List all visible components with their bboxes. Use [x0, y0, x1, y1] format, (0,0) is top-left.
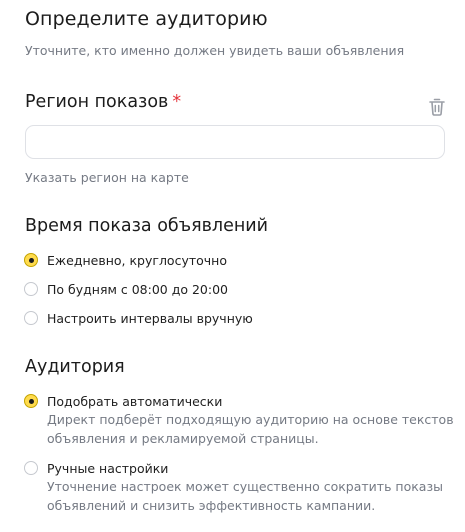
schedule-option-label: По будням с 08:00 до 20:00: [47, 281, 228, 297]
audience-option-description: Директ подберёт подходящую аудиторию на …: [47, 410, 457, 448]
region-title-label: Регион показов: [25, 92, 169, 112]
schedule-option-weekdays[interactable]: По будням с 08:00 до 20:00: [24, 280, 228, 298]
schedule-option-daily[interactable]: Ежедневно, круглосуточно: [24, 251, 227, 269]
audience-option-auto[interactable]: Подобрать автоматически: [24, 392, 222, 410]
description-line: Уточнение настроек может существенно сок…: [47, 479, 443, 494]
schedule-option-label: Ежедневно, круглосуточно: [47, 252, 227, 268]
description-line: объявлений и снизить эффективность кампа…: [47, 498, 376, 513]
audience-option-label: Ручные настройки: [47, 460, 169, 476]
region-section-title: Регион показов *: [25, 92, 181, 112]
radio-button-selected[interactable]: [24, 394, 38, 408]
region-input[interactable]: [25, 125, 445, 159]
page-title: Определите аудиторию: [25, 8, 268, 30]
audience-option-description: Уточнение настроек может существенно сок…: [47, 477, 457, 515]
required-asterisk: *: [172, 92, 182, 112]
radio-button[interactable]: [24, 311, 38, 325]
audience-option-label: Подобрать автоматически: [47, 393, 223, 409]
map-region-link[interactable]: Указать регион на карте: [25, 170, 189, 185]
radio-button-selected[interactable]: [24, 253, 38, 267]
schedule-option-label: Настроить интервалы вручную: [47, 310, 253, 326]
radio-button[interactable]: [24, 461, 38, 475]
page-subtitle: Уточните, кто именно должен увидеть ваши…: [25, 43, 405, 58]
trash-icon[interactable]: [428, 97, 446, 117]
radio-button[interactable]: [24, 282, 38, 296]
schedule-section-title: Время показа объявлений: [25, 216, 269, 236]
description-line: объявления и рекламируемой страницы.: [47, 431, 319, 446]
audience-section-title: Аудитория: [25, 357, 125, 377]
schedule-option-manual[interactable]: Настроить интервалы вручную: [24, 309, 253, 327]
audience-option-manual[interactable]: Ручные настройки: [24, 459, 168, 477]
description-line: Директ подберёт подходящую аудиторию на …: [47, 412, 454, 427]
